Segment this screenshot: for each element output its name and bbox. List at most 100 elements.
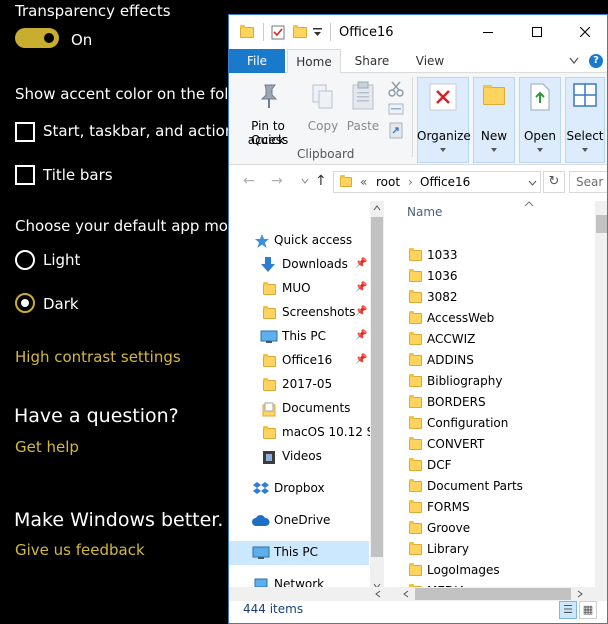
dark-mode-radio[interactable]	[15, 293, 35, 313]
list-item[interactable]: FORMS	[407, 497, 587, 518]
list-item[interactable]: BORDERS	[407, 392, 587, 413]
file-list-scroll-thumb[interactable]	[596, 215, 607, 233]
open-button[interactable]: Open	[519, 77, 561, 163]
nav-item-office16[interactable]: Office16 📌	[229, 349, 369, 373]
ribbon: Pin to Quick access Copy Paste Clipboard…	[229, 73, 607, 165]
nav-item-videos[interactable]: Videos	[229, 445, 369, 469]
nav-item-this-pc[interactable]: This PC	[229, 541, 369, 565]
large-icons-view-button[interactable]: ▦	[579, 601, 597, 619]
pin-icon: 📌	[355, 258, 368, 269]
nav-item-screenshots[interactable]: Screenshots 📌	[229, 301, 369, 325]
chevron-down-icon[interactable]	[313, 28, 322, 37]
address-current[interactable]: Office16	[420, 175, 470, 189]
help-button[interactable]: ?	[589, 54, 603, 68]
copy-button[interactable]: Copy	[305, 77, 341, 137]
nav-scrollbar[interactable]	[370, 201, 384, 594]
address-root[interactable]: root	[376, 175, 400, 189]
minimize-button[interactable]	[465, 15, 511, 49]
paste-button[interactable]: Paste	[343, 77, 383, 137]
title-bars-checkbox[interactable]	[15, 165, 35, 185]
back-arrow-icon[interactable]: ←	[243, 173, 255, 189]
list-item[interactable]: 1036	[407, 266, 587, 287]
tab-file[interactable]: File	[229, 49, 285, 73]
chevron-right-icon[interactable]: ›	[408, 175, 413, 189]
paste-shortcut-icon[interactable]	[389, 121, 403, 139]
close-button[interactable]	[562, 15, 607, 49]
delete-x-icon	[429, 83, 457, 111]
address-bar[interactable]: « root › Office16	[333, 171, 541, 193]
light-mode-label: Light	[43, 251, 81, 269]
cut-icon[interactable]	[388, 81, 404, 97]
settings-panel: Transparency effects On Show accent colo…	[0, 0, 230, 624]
transparency-label: Transparency effects	[15, 2, 171, 20]
tab-home[interactable]: Home	[287, 49, 341, 74]
nav-item-quick-access[interactable]: Quick access	[229, 229, 369, 253]
address-overflow[interactable]: «	[360, 175, 367, 189]
chevron-down-icon[interactable]	[569, 57, 579, 65]
folder-icon	[409, 248, 422, 261]
list-item[interactable]: Library	[407, 539, 587, 560]
nav-item-muo[interactable]: MUO 📌	[229, 277, 369, 301]
nav-item-this-pc-pinned[interactable]: This PC 📌	[229, 325, 369, 349]
list-item[interactable]: DCF	[407, 455, 587, 476]
nav-item-macos[interactable]: macOS 10.12 Sie	[229, 421, 384, 445]
copy-path-icon[interactable]	[388, 103, 404, 115]
chevron-right-icon[interactable]	[577, 590, 583, 598]
list-item[interactable]: ACCWIZ	[407, 329, 587, 350]
list-item[interactable]: 1033	[407, 245, 587, 266]
list-item[interactable]: Bibliography	[407, 371, 587, 392]
up-arrow-icon[interactable]: ↑	[315, 173, 327, 189]
list-item[interactable]: AccessWeb	[407, 308, 587, 329]
forward-arrow-icon[interactable]: →	[271, 173, 283, 189]
feedback-link[interactable]: Give us feedback	[15, 541, 145, 559]
organize-button[interactable]: Organize	[417, 77, 471, 163]
nav-item-downloads[interactable]: Downloads 📌	[229, 253, 369, 277]
nav-item-dropbox[interactable]: Dropbox	[229, 477, 369, 501]
nav-item-onedrive[interactable]: OneDrive	[229, 509, 369, 533]
properties-icon[interactable]	[271, 25, 285, 40]
nav-label: 2017-05	[282, 377, 333, 391]
horizontal-scroll-thumb[interactable]	[415, 588, 571, 600]
horizontal-scrollbar[interactable]	[229, 587, 607, 601]
list-item[interactable]: CONVERT	[407, 434, 587, 455]
transparency-toggle[interactable]	[15, 28, 59, 48]
start-taskbar-label: Start, taskbar, and action cen	[43, 122, 230, 140]
tab-share[interactable]: Share	[347, 49, 397, 73]
new-folder-icon[interactable]	[293, 25, 307, 38]
star-icon	[255, 234, 269, 248]
chevron-left-icon[interactable]	[375, 590, 381, 598]
refresh-icon[interactable]: ↻	[543, 171, 565, 193]
select-button[interactable]: Select	[565, 77, 605, 163]
tab-view[interactable]: View	[405, 49, 455, 73]
list-item[interactable]: LogoImages	[407, 560, 587, 581]
chevron-left-icon[interactable]	[403, 590, 409, 598]
pin-icon: 📌	[355, 282, 368, 293]
list-item[interactable]: 3082	[407, 287, 587, 308]
column-header-name[interactable]: Name	[407, 205, 442, 219]
nav-item-documents[interactable]: Documents	[229, 397, 369, 421]
high-contrast-link[interactable]: High contrast settings	[15, 348, 181, 366]
pin-to-quick-access-button[interactable]: Pin to Quick access	[233, 77, 303, 147]
list-item[interactable]: Groove	[407, 518, 587, 539]
get-help-link[interactable]: Get help	[15, 438, 79, 456]
make-better-heading: Make Windows better.	[14, 509, 224, 531]
new-button[interactable]: New	[473, 77, 515, 163]
nav-item-2017-05[interactable]: 2017-05	[229, 373, 369, 397]
recent-locations-chevron-icon[interactable]	[301, 178, 309, 184]
chevron-up-icon[interactable]	[373, 205, 381, 211]
file-list-scrollbar[interactable]	[595, 201, 607, 594]
address-dropdown-chevron-icon[interactable]	[528, 180, 537, 186]
start-taskbar-checkbox[interactable]	[15, 122, 35, 142]
search-input[interactable]: Sear	[569, 171, 607, 193]
chevron-down-icon	[582, 148, 588, 152]
question-heading: Have a question?	[14, 405, 179, 427]
list-item[interactable]: Document Parts	[407, 476, 587, 497]
light-mode-radio[interactable]	[15, 250, 35, 270]
list-item[interactable]: ADDINS	[407, 350, 587, 371]
details-view-button[interactable]: ☰	[559, 601, 577, 619]
list-item[interactable]: Configuration	[407, 413, 587, 434]
nav-scroll-thumb[interactable]	[371, 217, 383, 557]
open-label: Open	[523, 129, 557, 143]
dark-mode-label: Dark	[43, 295, 79, 313]
maximize-button[interactable]	[514, 15, 560, 49]
